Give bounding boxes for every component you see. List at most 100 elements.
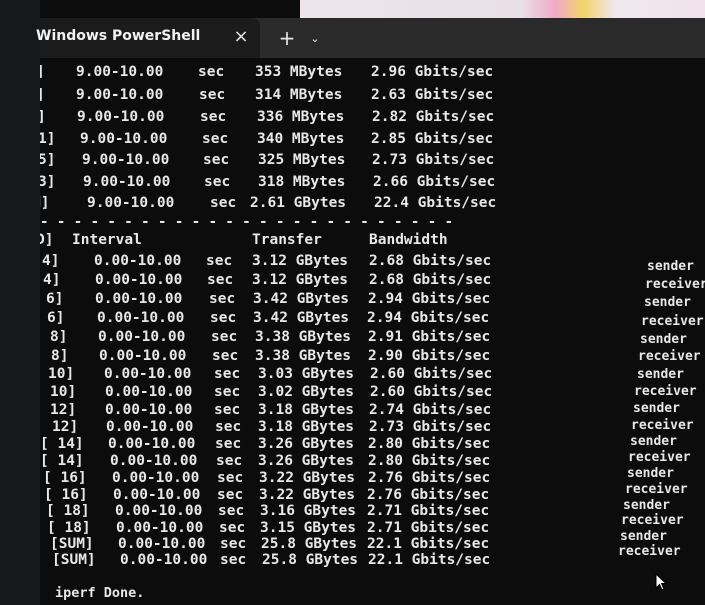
- header-id: D]: [40, 232, 54, 248]
- transfer-value: 318 MBytes: [258, 174, 346, 190]
- monitor-bezel: [0, 0, 40, 605]
- interval-unit: sec: [206, 253, 233, 269]
- summary-row: [SUM] 0.00-10.00 sec 25.8 GBytes 22.1 Gb…: [52, 552, 490, 572]
- transfer-value: 25.8 GBytes: [261, 536, 358, 552]
- transfer-value: 3.03 GBytes: [258, 366, 355, 382]
- stream-id: ]: [40, 109, 46, 125]
- bandwidth-value: 2.80 Gbits/sec: [368, 436, 491, 452]
- bandwidth-value: 2.60 Gbits/sec: [370, 366, 493, 382]
- role-label: sender: [620, 529, 667, 544]
- interval-unit: sec: [207, 272, 234, 288]
- interval-unit: sec: [215, 436, 242, 452]
- bandwidth-value: 2.76 Gbits/sec: [367, 487, 490, 503]
- bandwidth-value: 22.4 Gbits/sec: [374, 195, 497, 211]
- stream-id: [ 14]: [40, 453, 84, 469]
- interval-value: 0.00-10.00: [104, 366, 192, 382]
- terminal-output[interactable]: ] 9.00-10.00 sec 353 MBytes 2.96 Gbits/s…: [40, 58, 705, 605]
- bandwidth-value: 2.85 Gbits/sec: [371, 131, 494, 147]
- role-label: sender: [637, 367, 684, 382]
- tab-windows-powershell[interactable]: Windows PowerShell ×: [36, 18, 260, 58]
- stream-id: 8]: [51, 348, 69, 364]
- interval-value: 0.00-10.00: [105, 384, 193, 400]
- stream-id: 6]: [47, 310, 65, 326]
- role-label: sender: [644, 295, 691, 310]
- stream-id: 4]: [42, 253, 60, 269]
- terminal-tab-bar: Windows PowerShell × + ⌄: [36, 18, 705, 58]
- transfer-value: 3.16 GBytes: [260, 503, 357, 519]
- bandwidth-value: 2.73 Gbits/sec: [372, 152, 495, 168]
- interval-value: 0.00-10.00: [115, 503, 203, 519]
- stream-id: 6]: [46, 291, 64, 307]
- interval-value: 9.00-10.00: [77, 109, 165, 125]
- interval-unit: sec: [209, 291, 236, 307]
- interval-value: 0.00-10.00: [95, 291, 183, 307]
- transfer-value: 3.15 GBytes: [260, 520, 357, 536]
- role-label: sender: [630, 434, 677, 449]
- bandwidth-value: 2.96 Gbits/sec: [371, 64, 494, 80]
- role-label: sender: [640, 332, 687, 347]
- transfer-value: 336 MBytes: [257, 109, 345, 125]
- interval-unit: sec: [210, 310, 237, 326]
- interval-unit: sec: [220, 536, 247, 552]
- stream-id: ]: [40, 64, 45, 80]
- stream-id: M]: [40, 195, 50, 211]
- iperf-done-text: iperf Done.: [55, 585, 145, 601]
- header-transfer: Transfer: [252, 232, 322, 248]
- bandwidth-value: 2.60 Gbits/sec: [370, 384, 493, 400]
- stream-id: [SUM]: [50, 536, 94, 552]
- interval-value: 9.00-10.00: [82, 152, 170, 168]
- tab-title: Windows PowerShell: [36, 28, 201, 44]
- interval-row: 5] 9.00-10.00 sec 325 MBytes 2.73 Gbits/…: [40, 152, 494, 172]
- interval-value: 0.00-10.00: [120, 552, 208, 568]
- bandwidth-value: 22.1 Gbits/sec: [368, 552, 491, 568]
- transfer-value: 3.18 GBytes: [258, 419, 355, 435]
- interval-unit: sec: [204, 174, 231, 190]
- stream-id: 10]: [50, 384, 77, 400]
- separator-line: - - - - - - - - - - - - - - - - - - - - …: [40, 214, 454, 230]
- mouse-cursor-icon: [655, 573, 668, 591]
- stream-id: [ 18]: [46, 503, 90, 519]
- summary-row: 8] 0.00-10.00 sec 3.38 GBytes 2.90 Gbits…: [51, 348, 490, 368]
- transfer-value: 3.42 GBytes: [253, 291, 350, 307]
- interval-value: 0.00-10.00: [95, 272, 183, 288]
- interval-unit: sec: [218, 503, 245, 519]
- interval-unit: sec: [217, 470, 244, 486]
- interval-unit: sec: [216, 453, 243, 469]
- stream-id: [SUM]: [52, 552, 96, 568]
- plus-icon[interactable]: +: [276, 26, 298, 50]
- interval-unit: sec: [203, 152, 230, 168]
- transfer-value: 3.12 GBytes: [252, 272, 349, 288]
- transfer-value: 3.22 GBytes: [259, 487, 356, 503]
- bandwidth-value: 2.82 Gbits/sec: [372, 109, 495, 125]
- stream-id: 10]: [48, 366, 75, 382]
- interval-value: 9.00-10.00: [83, 174, 171, 190]
- transfer-value: 2.61 GBytes: [250, 195, 347, 211]
- interval-value: 0.00-10.00: [116, 520, 204, 536]
- stream-id: 5]: [40, 152, 56, 168]
- chevron-down-icon[interactable]: ⌄: [306, 28, 324, 50]
- transfer-value: 353 MBytes: [255, 64, 343, 80]
- interval-unit: sec: [202, 131, 229, 147]
- stream-id: 12]: [52, 419, 79, 435]
- header-interval: Interval: [72, 232, 142, 248]
- role-label: receiver: [618, 544, 681, 559]
- stream-id: 12]: [50, 402, 77, 418]
- interval-unit: sec: [215, 419, 242, 435]
- transfer-value: 314 MBytes: [255, 87, 343, 103]
- interval-value: 0.00-10.00: [105, 402, 193, 418]
- interval-value: 0.00-10.00: [99, 348, 187, 364]
- bandwidth-value: 2.94 Gbits/sec: [368, 291, 491, 307]
- interval-row: 1] 9.00-10.00 sec 340 MBytes 2.85 Gbits/…: [40, 131, 493, 151]
- role-label: sender: [627, 466, 674, 481]
- stream-id: [ 14]: [40, 436, 84, 452]
- interval-unit: sec: [198, 64, 225, 80]
- role-label: receiver: [638, 349, 701, 364]
- interval-unit: sec: [200, 109, 227, 125]
- bandwidth-value: 2.80 Gbits/sec: [368, 453, 491, 469]
- interval-value: 0.00-10.00: [94, 253, 182, 269]
- transfer-value: 3.26 GBytes: [258, 436, 355, 452]
- interval-unit: sec: [214, 402, 241, 418]
- interval-row: 3] 9.00-10.00 sec 318 MBytes 2.66 Gbits/…: [40, 174, 495, 194]
- close-icon[interactable]: ×: [230, 24, 252, 50]
- transfer-value: 3.42 GBytes: [253, 310, 350, 326]
